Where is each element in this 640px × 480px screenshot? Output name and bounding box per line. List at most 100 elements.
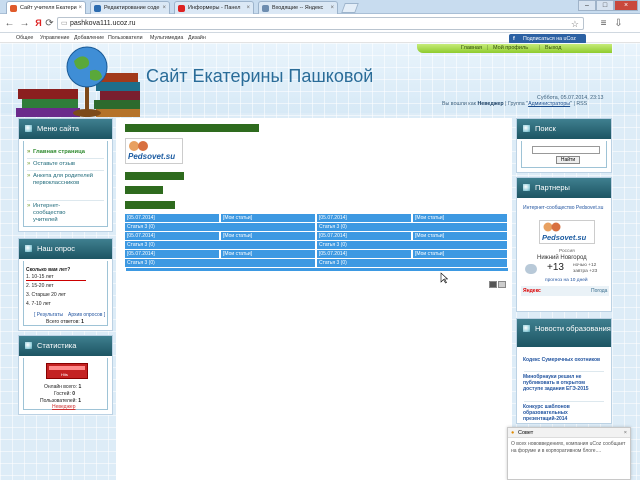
close-icon[interactable]: ×	[78, 2, 82, 14]
partners-box-title: Партнеры	[517, 178, 611, 198]
poll-option-2: 2. 15-20 лет	[26, 283, 54, 289]
close-icon[interactable]: ×	[162, 2, 166, 14]
bookmark-polzovateli[interactable]: Пользователи	[108, 33, 143, 43]
yandex-brand[interactable]: Яндекс	[523, 288, 541, 294]
bookmark-upravlenie[interactable]: Управление	[40, 33, 69, 43]
books-globe-logo	[16, 46, 140, 117]
notification-title: ● Совет ×	[508, 428, 630, 438]
login-user-link[interactable]: Неведжер	[477, 101, 503, 107]
cursor-icon	[440, 272, 448, 284]
article-category[interactable]: [Мои статьи]	[221, 232, 315, 240]
back-icon[interactable]: ←	[3, 17, 16, 30]
close-icon[interactable]: ×	[330, 2, 334, 14]
tab-3[interactable]: Информеры - Панел ×	[174, 1, 254, 14]
reload-icon[interactable]: ⟳	[43, 17, 56, 30]
minimize-button[interactable]: –	[578, 0, 596, 11]
partner-logo[interactable]: Pedsovet.su	[539, 220, 595, 244]
news-item[interactable]: Кодекс Сумеречных охотников	[523, 357, 603, 363]
view-grid-icon[interactable]	[498, 281, 506, 288]
hands-icon	[129, 141, 148, 151]
nav-home[interactable]: Главная	[461, 44, 482, 53]
pedsovet-logo[interactable]: Pedsovet.su	[125, 138, 183, 164]
news-item[interactable]: Минобрнауки решил не публиковать в откры…	[523, 374, 603, 392]
poll-question: Сколько вам лет?	[26, 267, 71, 273]
menu-icon[interactable]: ≡	[597, 17, 610, 30]
online-user-link[interactable]: Неведжер	[52, 404, 76, 410]
online-guests: Гостей: 0	[54, 391, 76, 397]
url-input[interactable]: ▭ pashkova111.ucoz.ru ☆	[57, 17, 584, 30]
partners-body: Интернет-сообщество Pedsovet.su Pedsovet…	[521, 200, 609, 307]
article-date[interactable]: [05.07.2014]	[317, 250, 411, 258]
counter-widget[interactable]: Hits	[46, 363, 88, 379]
partner-link[interactable]: Интернет-сообщество Pedsovet.su	[523, 205, 605, 211]
menu-box-title: Меню сайта	[19, 119, 112, 139]
table-bottom-bar	[126, 268, 508, 271]
weather-temp: +13	[547, 262, 564, 273]
article-title[interactable]: Статья 3 (0)	[125, 259, 315, 267]
nav-profile[interactable]: Мой профиль	[493, 44, 528, 53]
cloud-icon	[525, 264, 537, 274]
tab-title: Сайт учителя Екатери	[20, 5, 77, 11]
url-text: pashkova111.ucoz.ru	[70, 20, 136, 27]
new-tab-button[interactable]	[341, 3, 359, 13]
search-button[interactable]: Найти	[556, 156, 580, 164]
menu-item-survey[interactable]: Анкета для родителей первоклассников	[27, 173, 97, 187]
tab-4[interactable]: Входящие -- Яндекс ×	[258, 1, 338, 14]
article-date[interactable]: [05.07.2014]	[317, 214, 411, 222]
bookmark-obshee[interactable]: Общее	[16, 33, 33, 43]
view-list-icon[interactable]	[489, 281, 497, 288]
article-title[interactable]: Статья 3 (0)	[317, 241, 507, 249]
online-total: Онлайн всего: 1	[44, 384, 82, 390]
stats-body: Hits Онлайн всего: 1 Гостей: 0 Пользоват…	[23, 358, 108, 410]
search-box: Поиск Найти	[516, 118, 612, 173]
weather-brand[interactable]: Погода	[591, 288, 607, 294]
tab-strip: Сайт учителя Екатери × Редактирование со…	[0, 0, 640, 14]
favicon-icon	[94, 5, 101, 12]
article-category[interactable]: [Мои статьи]	[413, 214, 507, 222]
content-header-bar	[125, 124, 259, 132]
article-date[interactable]: [05.07.2014]	[125, 232, 219, 240]
article-title[interactable]: Статья 3 (0)	[317, 259, 507, 267]
download-icon[interactable]: ⇩	[612, 17, 625, 30]
bookmark-dobavlenie[interactable]: Добавление	[74, 33, 104, 43]
search-body: Найти	[521, 141, 607, 168]
search-input[interactable]	[532, 146, 600, 154]
menu-item-home[interactable]: Главная страница	[27, 149, 85, 156]
forward-icon[interactable]: →	[18, 17, 31, 30]
news-box-title: Новости образования	[517, 319, 611, 347]
group-link[interactable]: Администраторы	[528, 101, 570, 107]
main-content: Pedsovet.su [05.07.2014] [Мои статьи] [0…	[116, 118, 512, 480]
tab-title: Редактирование соде	[104, 5, 160, 11]
article-category[interactable]: [Мои статьи]	[413, 250, 507, 258]
article-date[interactable]: [05.07.2014]	[125, 250, 219, 258]
tab-1[interactable]: Сайт учителя Екатери ×	[6, 1, 86, 14]
bookmark-multimedia[interactable]: Мультимедиа	[150, 33, 183, 43]
poll-results-link[interactable]: [ Результаты	[34, 312, 63, 318]
news-item[interactable]: Конкурс шаблонов образовательных презент…	[523, 404, 603, 422]
maximize-button[interactable]: □	[596, 0, 614, 11]
article-date[interactable]: [05.07.2014]	[317, 232, 411, 240]
nav-logout[interactable]: Выход	[545, 44, 561, 53]
article-title[interactable]: Статья 3 (0)	[125, 223, 315, 231]
content-bar-4	[125, 201, 175, 209]
hands-icon	[543, 222, 561, 232]
article-title[interactable]: Статья 3 (0)	[125, 241, 315, 249]
close-icon[interactable]: ×	[246, 2, 250, 14]
menu-item-community[interactable]: Интернет-сообщество учителей	[27, 203, 87, 224]
close-window-button[interactable]: ×	[614, 0, 638, 11]
article-category[interactable]: [Мои статьи]	[413, 232, 507, 240]
article-date[interactable]: [05.07.2014]	[125, 214, 219, 222]
menu-item-feedback[interactable]: Оставьте отзыв	[27, 161, 75, 168]
address-bar: ← → Я ⟳ ▭ pashkova111.ucoz.ru ☆ ≡ ⇩	[0, 14, 640, 33]
article-category[interactable]: [Мои статьи]	[221, 214, 315, 222]
menu-body: Главная страница Оставьте отзыв Анкета д…	[23, 141, 108, 227]
star-icon[interactable]: ☆	[571, 18, 579, 30]
bookmark-dizain[interactable]: Дизайн	[188, 33, 206, 43]
tab-2[interactable]: Редактирование соде ×	[90, 1, 170, 14]
close-icon[interactable]: ×	[624, 428, 627, 438]
login-line: Вы вошли как Неведжер | Группа "Админист…	[442, 101, 588, 107]
article-title[interactable]: Статья 3 (0)	[317, 223, 507, 231]
poll-archive-link[interactable]: Архив опросов ]	[68, 312, 105, 318]
article-category[interactable]: [Мои статьи]	[221, 250, 315, 258]
weather-forecast-link[interactable]: прогноз на 10 дней	[545, 278, 588, 283]
